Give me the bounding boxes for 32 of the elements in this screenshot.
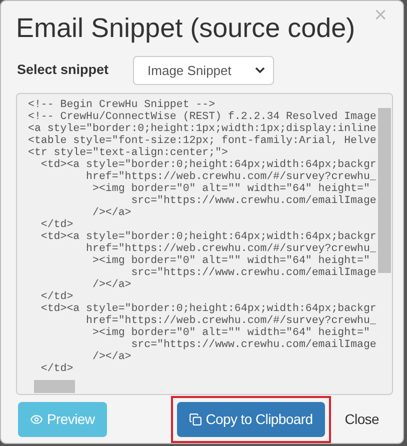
snippet-select[interactable]: Image Snippet bbox=[132, 56, 274, 85]
code-line: ><img border="0" alt="" width="64" height=" bbox=[92, 255, 370, 267]
copy-button[interactable]: Copy to Clipboard bbox=[176, 402, 325, 437]
code-line: href="https://web.crewhu.com/#/survey?crewhu_ bbox=[85, 243, 376, 255]
code-line: href="https://web.crewhu.com/#/survey?crewhu_ bbox=[85, 315, 376, 327]
code-line: ><img border="0" alt="" width="64" height=" bbox=[92, 327, 370, 339]
code-line: <!-- CrewHu/ConnectWise (REST) f.2.2.34 Resolved Image bbox=[28, 111, 376, 123]
code-line: <td><a style="border:0;height:64px;width:64px;backgr bbox=[40, 231, 376, 243]
code-line: /></a> bbox=[92, 207, 132, 219]
copy-icon bbox=[188, 413, 202, 426]
close-button[interactable]: Close bbox=[336, 402, 387, 437]
code-line: <a style="border:0;height:1px;width:1px;display:inline bbox=[28, 123, 376, 135]
code-line: <!-- Begin CrewHu Snippet --> bbox=[28, 99, 216, 111]
code-line: <td><a style="border:0;height:64px;width:64px;backgr bbox=[40, 303, 376, 315]
code-line: src="https://www.crewhu.com/emailImage bbox=[131, 195, 376, 207]
code-line: </td> bbox=[40, 219, 74, 231]
code-line: ><img border="0" alt="" width="64" height=" bbox=[92, 183, 370, 195]
code-area[interactable] bbox=[16, 93, 393, 395]
eye-icon bbox=[30, 413, 43, 426]
code-line: </td> bbox=[40, 291, 74, 303]
chevron-down-icon bbox=[254, 67, 265, 74]
select-label: Select snippet bbox=[17, 61, 109, 80]
code-line: </td> bbox=[40, 363, 74, 375]
code-line: /></a> bbox=[92, 279, 132, 291]
code-line: <td><a style="border:0;height:64px;width:64px;backgr bbox=[40, 159, 376, 171]
code-line: src="https://www.crewhu.com/emailImage bbox=[131, 267, 376, 279]
code-line: <table style="font-size:12px; font-family:Arial, Helve bbox=[28, 135, 376, 147]
code-line: href="https://web.crewhu.com/#/survey?crewhu_ bbox=[85, 171, 376, 183]
code-line: src="https://www.crewhu.com/emailImage bbox=[131, 339, 376, 351]
dialog-title: Email Snippet (source code) bbox=[16, 13, 356, 44]
code-line: <tr style="text-align:center;"> bbox=[28, 147, 228, 159]
code-line: /></a> bbox=[92, 351, 132, 363]
